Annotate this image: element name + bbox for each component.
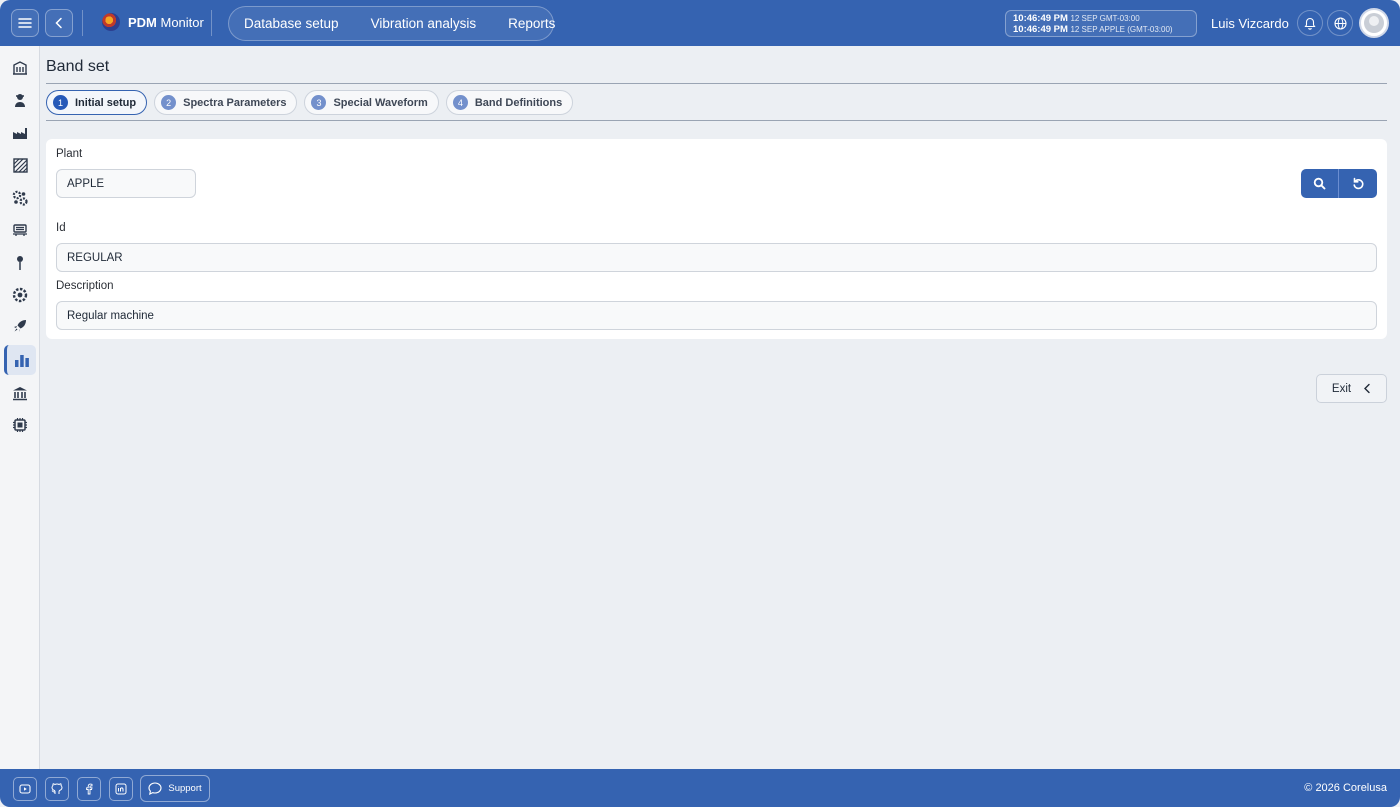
- bank-icon: [13, 386, 27, 400]
- search-button[interactable]: [1301, 169, 1339, 198]
- sidebar-item-machines[interactable]: [4, 215, 36, 245]
- sidebar-item-buildings[interactable]: [4, 52, 36, 82]
- sidebar-item-operators[interactable]: [4, 85, 36, 115]
- step-label: Band Definitions: [474, 96, 563, 109]
- plant-label: Plant: [56, 148, 83, 160]
- operator-icon: [15, 94, 25, 107]
- rocket-icon: [14, 320, 26, 332]
- plant-field[interactable]: APPLE: [56, 169, 196, 198]
- step-number: 4: [452, 95, 468, 110]
- github-icon: [51, 783, 63, 794]
- brand-logo-icon: [102, 13, 120, 31]
- divider: [46, 83, 1387, 84]
- page-title: Band set: [46, 58, 110, 75]
- linkedin-icon: [115, 783, 127, 795]
- sidebar-item-launch[interactable]: [4, 311, 36, 341]
- point-icon: [17, 256, 23, 270]
- nav-reports[interactable]: Reports: [508, 16, 555, 31]
- id-field[interactable]: REGULAR: [56, 243, 1377, 272]
- sidebar-item-plants[interactable]: [4, 118, 36, 148]
- app-window: PDM Monitor Database setup Vibration ana…: [0, 0, 1400, 807]
- nav-database-setup[interactable]: Database setup: [244, 16, 355, 31]
- sidebar-item-institution[interactable]: [4, 378, 36, 408]
- wizard-steps: 1 Initial setup 2 Spectra Parameters 3 S…: [46, 90, 574, 115]
- footer: Support © 2026 Corelusa: [0, 769, 1400, 807]
- facebook-button[interactable]: [77, 777, 101, 801]
- step-label: Special Waveform: [333, 96, 428, 109]
- description-label: Description: [56, 280, 114, 292]
- machine-icon: [13, 224, 27, 236]
- avatar-icon: [1364, 13, 1384, 33]
- step-spectra-parameters[interactable]: 2 Spectra Parameters: [154, 90, 298, 115]
- support-label: Support: [168, 783, 202, 794]
- sidebar-item-components[interactable]: [4, 280, 36, 310]
- divider: [82, 10, 83, 36]
- sidebar-item-points[interactable]: [4, 248, 36, 278]
- exit-button[interactable]: Exit: [1316, 374, 1387, 403]
- sidebar-item-equipment[interactable]: [4, 183, 36, 213]
- divider: [211, 10, 212, 36]
- undo-icon: [1352, 177, 1363, 190]
- step-band-definitions[interactable]: 4 Band Definitions: [445, 90, 574, 115]
- hamburger-menu-button[interactable]: [11, 9, 39, 37]
- step-number: 2: [161, 95, 177, 110]
- top-bar: PDM Monitor Database setup Vibration ana…: [0, 0, 1400, 46]
- clock-display: 10:46:49 PM 12 SEP GMT-03:00 10:46:49 PM…: [1005, 10, 1197, 37]
- back-button[interactable]: [45, 9, 73, 37]
- chart-icon: [14, 354, 29, 367]
- nav-vibration-analysis[interactable]: Vibration analysis: [371, 16, 493, 31]
- sidebar-item-areas[interactable]: [4, 150, 36, 180]
- search-icon: [1313, 177, 1326, 190]
- language-button[interactable]: [1327, 10, 1353, 36]
- exit-label: Exit: [1331, 382, 1352, 395]
- reset-button[interactable]: [1339, 169, 1377, 198]
- chevron-left-icon: [55, 17, 62, 29]
- sidebar-item-hardware[interactable]: [4, 410, 36, 440]
- description-field[interactable]: Regular machine: [56, 301, 1377, 330]
- step-special-waveform[interactable]: 3 Special Waveform: [304, 90, 439, 115]
- youtube-button[interactable]: [13, 777, 37, 801]
- area-icon: [12, 157, 28, 173]
- chat-icon: [148, 782, 162, 795]
- top-navigation: Database setup Vibration analysis Report…: [228, 6, 555, 41]
- linkedin-button[interactable]: [109, 777, 133, 801]
- factory-icon: [13, 128, 27, 139]
- id-label: Id: [56, 222, 66, 234]
- bell-icon: [1304, 17, 1316, 30]
- chip-icon: [13, 418, 27, 432]
- building-icon: [13, 60, 27, 75]
- step-number: 1: [53, 95, 68, 110]
- form-card: Plant APPLE Id REGULAR Description Regul…: [46, 139, 1387, 339]
- brand[interactable]: PDM Monitor: [102, 13, 204, 31]
- github-button[interactable]: [45, 777, 69, 801]
- support-button[interactable]: Support: [140, 775, 210, 802]
- youtube-icon: [19, 784, 31, 794]
- facebook-icon: [86, 783, 93, 795]
- divider: [46, 120, 1387, 121]
- step-label: Initial setup: [75, 96, 137, 109]
- chevron-left-icon: [1364, 383, 1370, 394]
- step-label: Spectra Parameters: [183, 96, 287, 109]
- component-icon: [12, 287, 28, 303]
- plant-actions: [1301, 169, 1377, 198]
- user-avatar[interactable]: [1359, 8, 1389, 38]
- notifications-button[interactable]: [1297, 10, 1323, 36]
- gears-icon: [12, 190, 28, 206]
- step-number: 3: [311, 95, 327, 110]
- user-name[interactable]: Luis Vizcardo: [1211, 16, 1289, 31]
- globe-icon: [1333, 16, 1347, 30]
- sidebar: [0, 46, 40, 769]
- copyright: © 2026 Corelusa: [1304, 782, 1387, 794]
- brand-name: PDM Monitor: [128, 14, 204, 30]
- step-initial-setup[interactable]: 1 Initial setup: [46, 90, 148, 115]
- menu-icon: [18, 18, 32, 28]
- sidebar-item-band-sets[interactable]: [4, 345, 36, 375]
